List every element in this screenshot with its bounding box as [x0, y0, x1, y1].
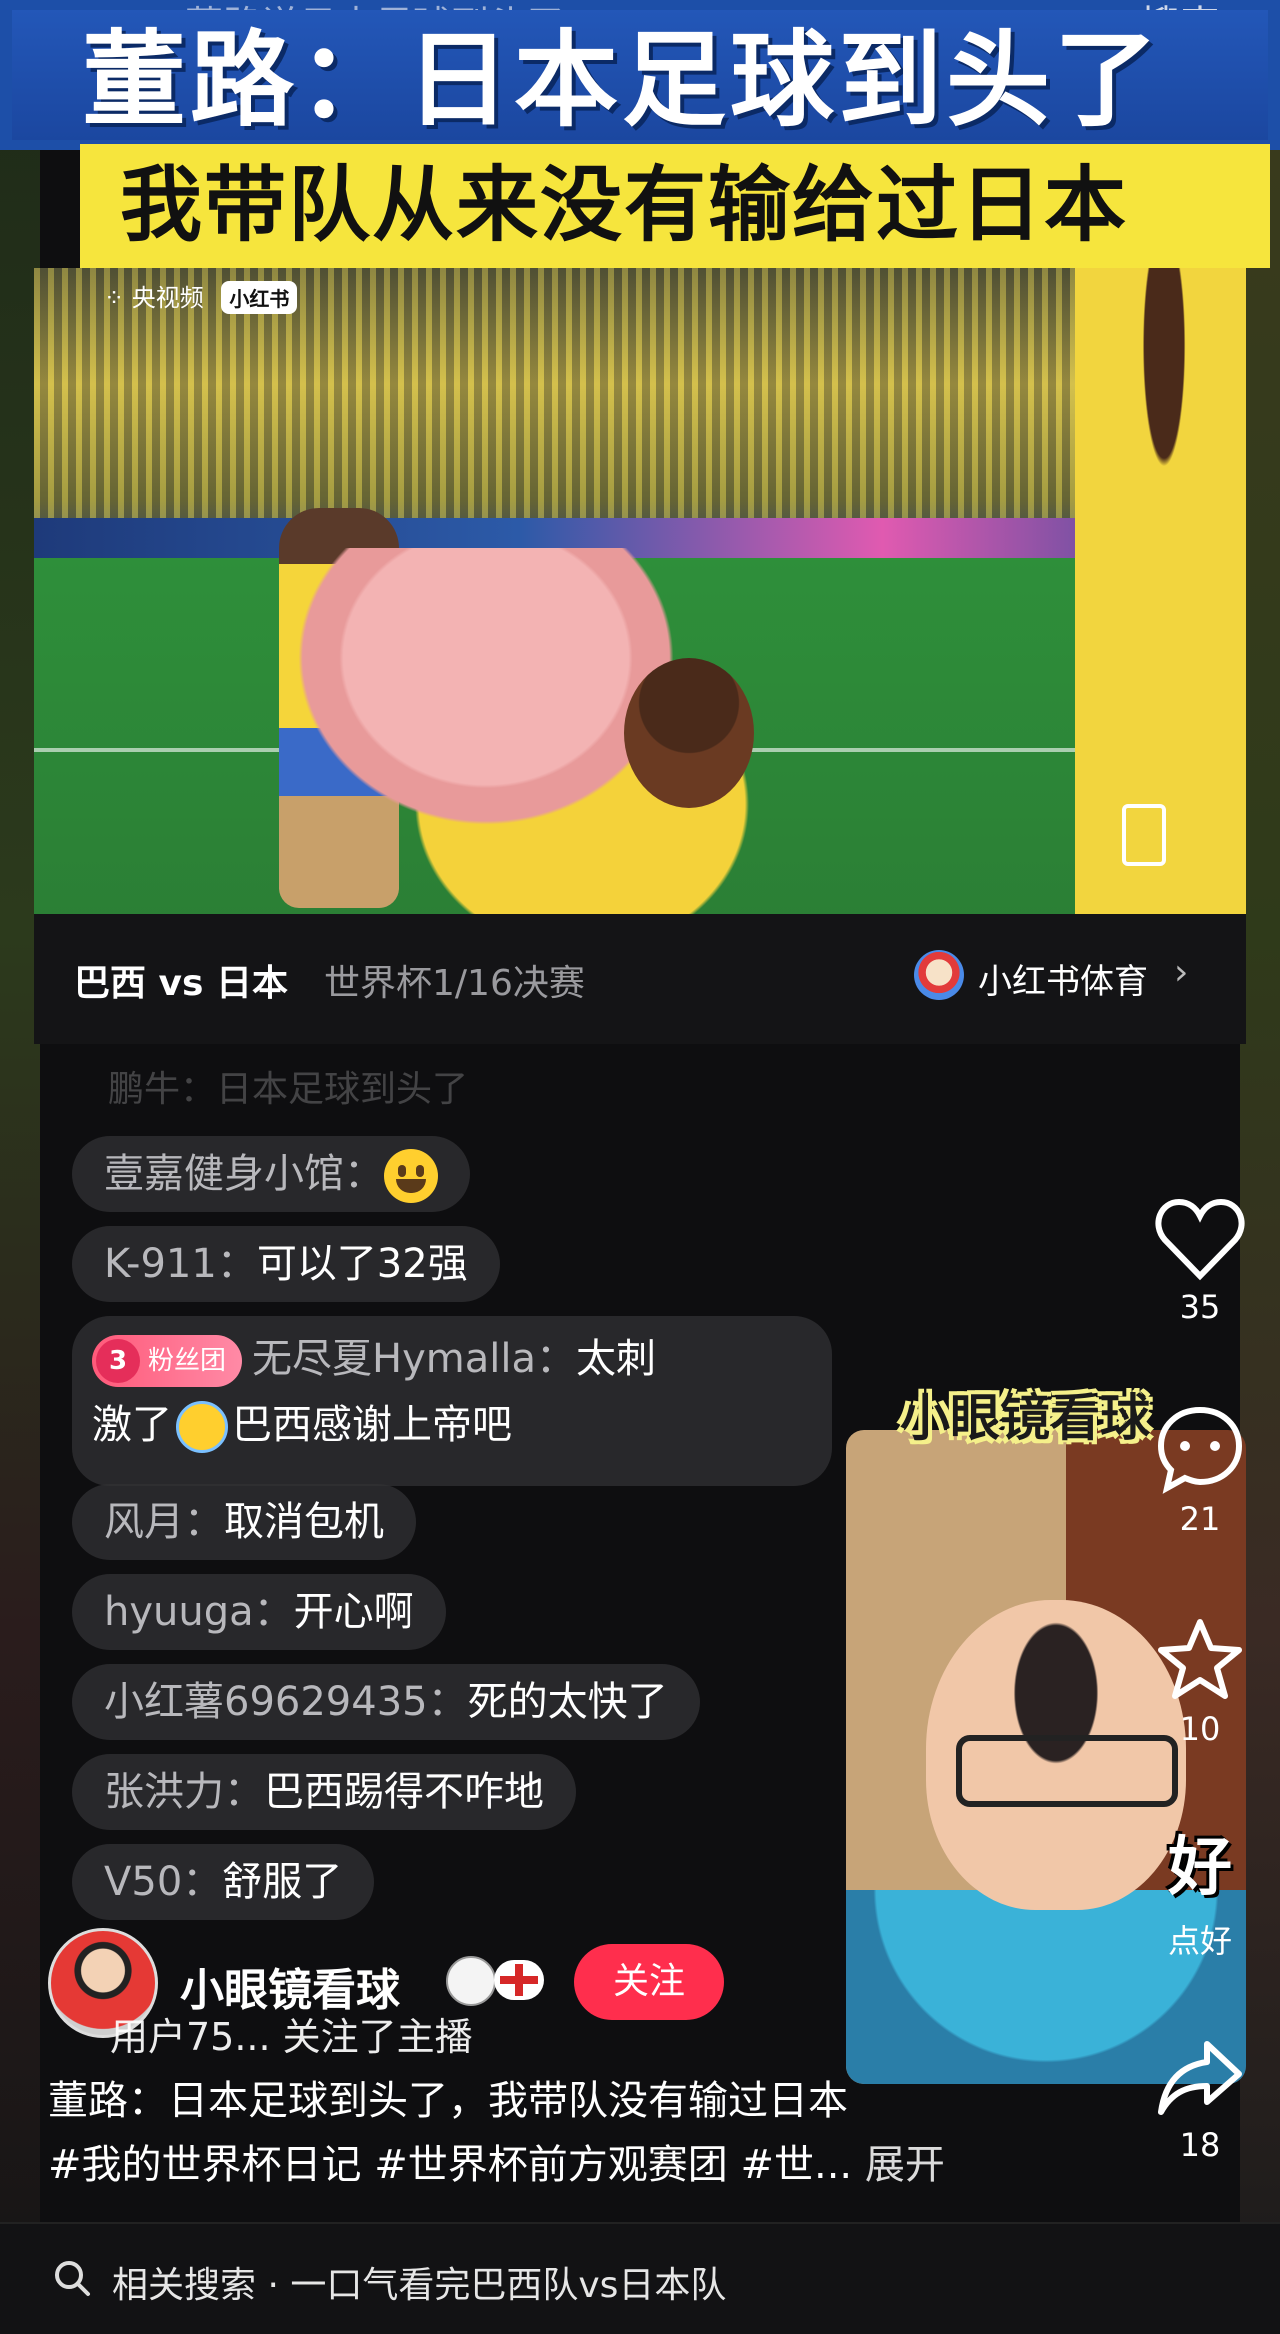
comment-message: 太刺 [575, 1336, 656, 1382]
comment-user: V50： [104, 1859, 223, 1905]
match-info-bar[interactable]: 巴西 vs 日本 世界杯1/16决赛 小红书体育 › [34, 914, 1246, 1044]
cctv-logo-icon: ⁘ [104, 284, 125, 312]
good-label: 点好 [1167, 1922, 1232, 1960]
comment-message: 巴西感谢上帝吧 [232, 1402, 512, 1448]
follow-notice: 用户75... 关注了主播 [110, 2015, 473, 2059]
comment-message: 开心啊 [293, 1589, 414, 1635]
blurred-background-right [1240, 0, 1280, 2332]
soccer-ball-icon [446, 1956, 496, 2006]
video-source-watermark: ⁘ 央视频 小红书 [104, 278, 298, 314]
live-comment: 小红薯69629435：死的太快了 [72, 1664, 700, 1740]
good-action[interactable]: 好 点好 [1150, 1826, 1250, 1962]
related-search-text[interactable]: 相关搜索 · 一口气看完巴西队vs日本队 [112, 2256, 726, 2308]
follow-button[interactable]: 关注 [574, 1944, 724, 2020]
comment-count: 21 [1179, 1500, 1221, 1538]
source-label: 央视频 [131, 284, 204, 312]
post-description: 董路：日本足球到头了，我带队没有输过日本 [48, 2078, 848, 2124]
like-count: 35 [1179, 1288, 1221, 1326]
account-avatar [914, 950, 964, 1000]
related-search-bar[interactable]: 相关搜索 · 一口气看完巴西队vs日本队 [0, 2222, 1280, 2334]
fan-level: 3 [96, 1339, 140, 1383]
share-icon[interactable] [1155, 2036, 1245, 2120]
comment-message: 取消包机 [224, 1499, 384, 1545]
post-tags[interactable]: #我的世界杯日记 #世界杯前方观赛团 #世... 展开 [48, 2132, 945, 2190]
comment-bubble-icon[interactable] [1155, 1404, 1245, 1494]
live-comment: 张洪力：巴西踢得不咋地 [72, 1754, 576, 1830]
chevron-right-icon[interactable]: › [1174, 952, 1188, 993]
star-icon[interactable] [1155, 1616, 1245, 1704]
comment-message: 死的太快了 [467, 1679, 668, 1725]
crying-emoji-icon [176, 1401, 228, 1453]
live-comment: hyuuga：开心啊 [72, 1574, 446, 1650]
favorite-count: 10 [1179, 1710, 1221, 1748]
live-comment: 壹嘉健身小馆： [72, 1136, 470, 1212]
fullscreen-icon[interactable] [1122, 804, 1166, 866]
comment-user: 壹嘉健身小馆： [104, 1151, 384, 1197]
pip-channel-label: 小眼镜看球 [900, 1389, 1150, 1447]
account-name[interactable]: 小红书体育 [978, 954, 1148, 1003]
like-action[interactable]: 35 [1150, 1198, 1250, 1326]
fan-club-badge: 3 粉丝团 [92, 1335, 243, 1387]
host-glasses [956, 1735, 1178, 1807]
comment-user: 小红薯69629435： [104, 1679, 468, 1725]
comment-message: 激了 [92, 1402, 172, 1448]
player-head [624, 658, 754, 808]
source-badge: 小红书 [221, 281, 298, 314]
headline-banner: 董路：日本足球到头了 [12, 10, 1268, 141]
comment-message: 舒服了 [222, 1859, 343, 1905]
favorite-action[interactable]: 10 [1150, 1616, 1250, 1748]
video-player[interactable]: ⁘ 央视频 小红书 [34, 268, 1246, 914]
share-count: 18 [1179, 2126, 1221, 2164]
match-subtitle: 世界杯1/16决赛 [324, 963, 585, 1004]
match-title: 巴西 vs 日本 [74, 963, 288, 1004]
live-comment: K-911：可以了32强 [72, 1226, 500, 1302]
grinning-emoji-icon [384, 1149, 438, 1203]
comment-user: 风月： [104, 1499, 224, 1545]
comment-user: hyuuga： [104, 1589, 294, 1635]
comment-action[interactable]: 21 [1150, 1404, 1250, 1538]
subheadline-banner: 我带队从来没有输给过日本 [80, 144, 1270, 268]
live-comment: V50：舒服了 [72, 1844, 375, 1920]
england-flag-icon [494, 1960, 544, 2000]
search-icon [55, 2261, 90, 2296]
subheadline-text: 我带队从来没有输给过日本 [120, 158, 1129, 253]
comment-message: 可以了32强 [256, 1241, 468, 1287]
fan-badge-label: 粉丝团 [148, 1346, 227, 1376]
expand-link[interactable]: 展开 [865, 2142, 945, 2188]
share-action[interactable]: 18 [1150, 2036, 1250, 2164]
fan-comment: 3 粉丝团 无尽夏Hymalla：太刺 激了 巴西感谢上帝吧 [72, 1316, 832, 1486]
faded-comment: 鹏牛：日本足球到头了 [108, 1069, 469, 1110]
comment-message: 巴西踢得不咋地 [264, 1769, 544, 1815]
headline-text: 董路：日本足球到头了 [82, 19, 1163, 141]
good-icon[interactable]: 好 [1150, 1826, 1250, 1910]
hashtags[interactable]: #我的世界杯日记 #世界杯前方观赛团 #世... [48, 2142, 852, 2188]
heart-icon[interactable] [1155, 1198, 1245, 1282]
comment-user: K-911： [104, 1241, 257, 1287]
player-bib [294, 548, 774, 914]
comment-user: 无尽夏Hymalla： [252, 1336, 576, 1382]
comment-user: 张洪力： [104, 1769, 264, 1815]
live-comment: 风月：取消包机 [72, 1484, 416, 1560]
